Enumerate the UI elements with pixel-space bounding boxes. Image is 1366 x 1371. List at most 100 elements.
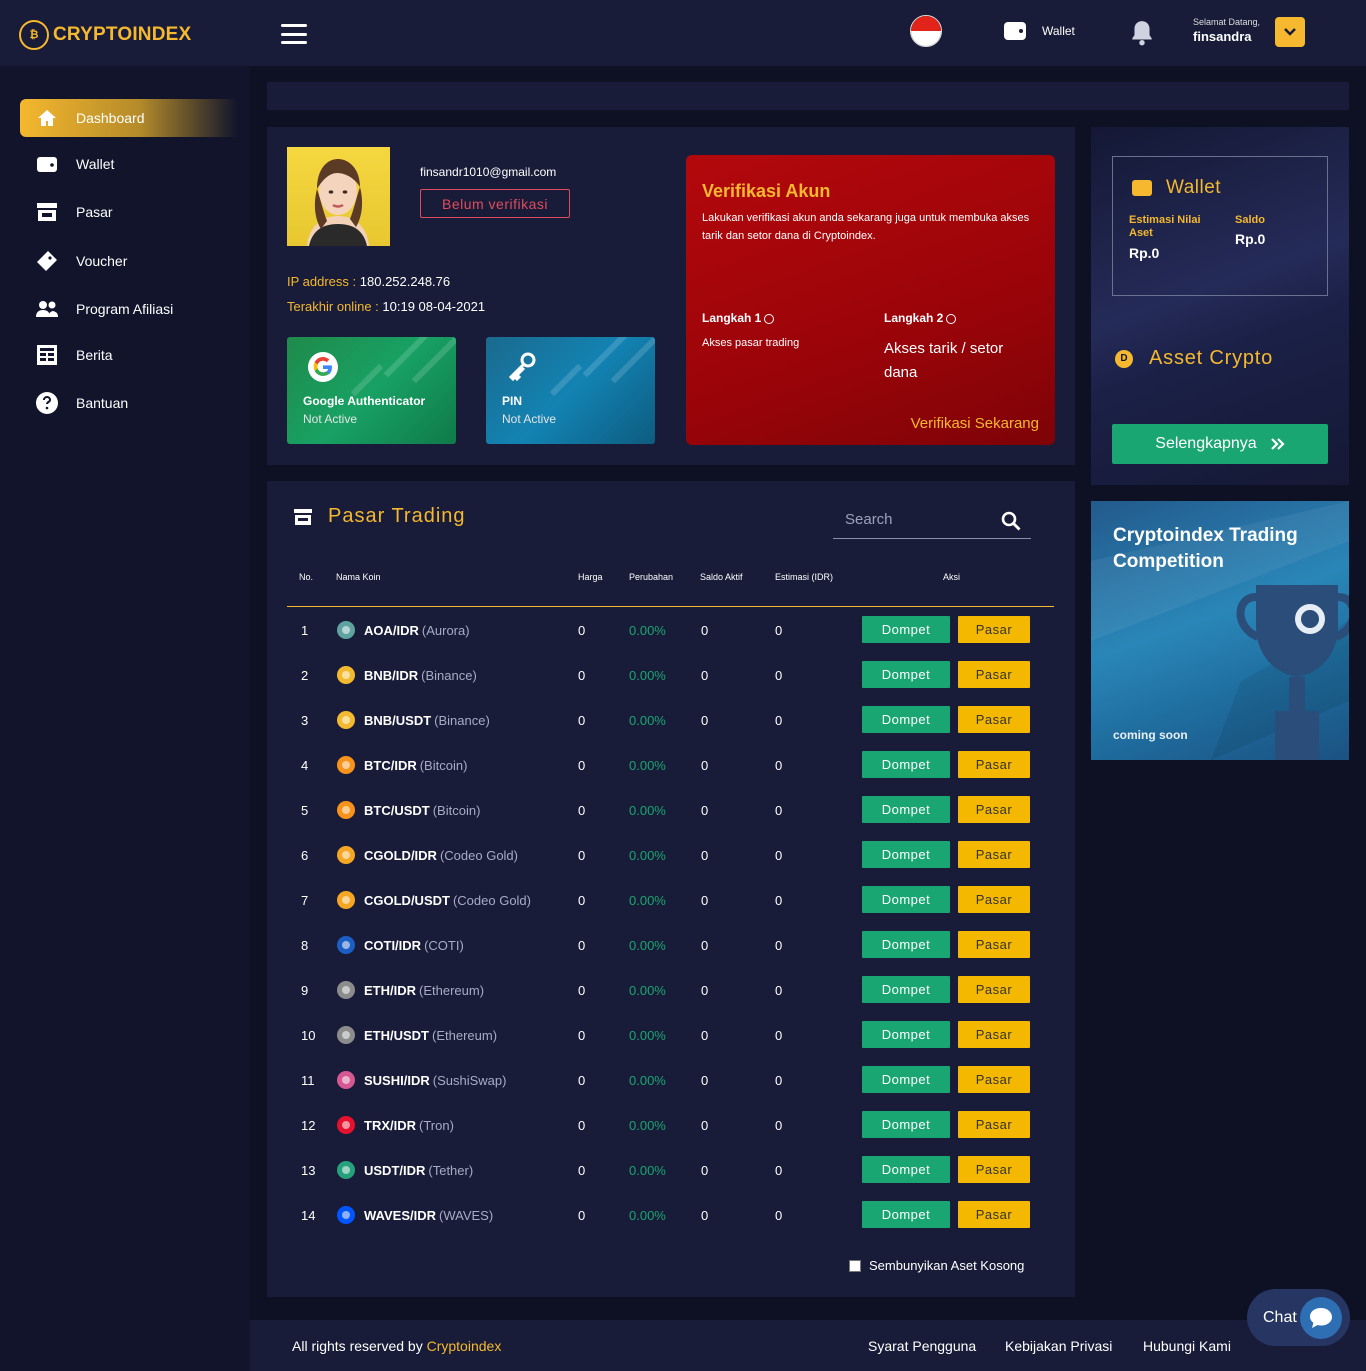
market-button[interactable]: Pasar [958, 886, 1030, 913]
balance-cell: 0 [701, 937, 709, 953]
coin-name[interactable]: AOA/IDR (Aurora) [364, 608, 470, 652]
wallet-button[interactable]: Dompet [862, 1156, 950, 1183]
google-auth-title: Google Authenticator [303, 394, 426, 408]
market-button[interactable]: Pasar [958, 976, 1030, 1003]
row-number: 5 [301, 802, 309, 818]
sidebar-item-bantuan[interactable]: Bantuan [20, 384, 238, 422]
market-button[interactable]: Pasar [958, 616, 1030, 643]
avatar [287, 147, 390, 246]
market-button[interactable]: Pasar [958, 1156, 1030, 1183]
language-flag-icon[interactable] [910, 15, 942, 47]
hide-empty-toggle[interactable]: Sembunyikan Aset Kosong [849, 1258, 1024, 1273]
username: finsandra [1193, 29, 1252, 44]
col-price: Harga [578, 572, 603, 582]
coin-pair: WAVES/IDR [364, 1207, 436, 1223]
coin-name[interactable]: ETH/IDR (Ethereum) [364, 968, 484, 1012]
price-cell: 0 [578, 622, 586, 638]
sidebar-item-program-afiliasi[interactable]: Program Afiliasi [20, 290, 238, 328]
market-button[interactable]: Pasar [958, 796, 1030, 823]
price-cell: 0 [578, 802, 586, 818]
market-button[interactable]: Pasar [958, 1066, 1030, 1093]
google-authenticator-tile[interactable]: Google Authenticator Not Active [287, 337, 456, 444]
coin-fullname: (Bitcoin) [419, 757, 468, 773]
coin-name[interactable]: BNB/IDR (Binance) [364, 653, 477, 697]
balance-cell: 0 [701, 1027, 709, 1043]
sidebar-item-label: Voucher [76, 253, 128, 269]
menu-toggle-icon[interactable] [281, 24, 307, 44]
market-button[interactable]: Pasar [958, 1111, 1030, 1138]
notification-bell-icon[interactable] [1129, 19, 1155, 47]
coin-name[interactable]: ETH/USDT (Ethereum) [364, 1013, 497, 1057]
price-cell: 0 [578, 892, 586, 908]
wallet-button[interactable]: Dompet [862, 706, 950, 733]
wallet-button[interactable]: Dompet [862, 841, 950, 868]
wallet-button[interactable]: Dompet [862, 751, 950, 778]
see-more-button[interactable]: Selengkapnya [1112, 424, 1328, 464]
market-button[interactable]: Pasar [958, 1021, 1030, 1048]
coin-name[interactable]: WAVES/IDR (WAVES) [364, 1193, 493, 1237]
table-row: 8 COTI/IDR (COTI) 0 0.00% 0 0 Dompet Pasar [287, 923, 1054, 967]
wallet-button[interactable]: Dompet [862, 1111, 950, 1138]
brand-logo[interactable]: ₿ CRYPTOINDEX [19, 19, 191, 51]
market-button[interactable]: Pasar [958, 706, 1030, 733]
user-menu-dropdown[interactable] [1275, 17, 1305, 47]
verify-now-link[interactable]: Verifikasi Sekarang [911, 415, 1039, 432]
step-1-circle-icon [764, 313, 775, 324]
coin-name[interactable]: TRX/IDR (Tron) [364, 1103, 454, 1147]
wallet-button[interactable]: Dompet [862, 931, 950, 958]
saldo-label: Saldo [1235, 214, 1265, 226]
wallet-button[interactable]: Dompet [862, 616, 950, 643]
market-button[interactable]: Pasar [958, 1201, 1030, 1228]
sidebar-item-pasar[interactable]: Pasar [20, 193, 238, 231]
balance-cell: 0 [701, 712, 709, 728]
coin-name[interactable]: USDT/IDR (Tether) [364, 1148, 473, 1192]
wallet-button[interactable]: Dompet [862, 976, 950, 1003]
coin-icon [336, 1193, 356, 1237]
footer-link-terms[interactable]: Syarat Pengguna [868, 1338, 976, 1354]
chat-widget-button[interactable]: Chat [1247, 1289, 1350, 1346]
search-icon[interactable] [1001, 511, 1021, 531]
coin-name[interactable]: BTC/USDT (Bitcoin) [364, 788, 480, 832]
verification-status-badge[interactable]: Belum verifikasi [420, 189, 570, 218]
sidebar-item-dashboard[interactable]: Dashboard [20, 99, 238, 137]
coin-name[interactable]: CGOLD/IDR (Codeo Gold) [364, 833, 518, 877]
coin-name[interactable]: COTI/IDR (COTI) [364, 923, 464, 967]
table-row: 14 WAVES/IDR (WAVES) 0 0.00% 0 0 Dompet Pasar [287, 1193, 1054, 1237]
search-input[interactable] [845, 511, 985, 528]
table-header-divider [287, 606, 1054, 607]
wallet-icon [34, 151, 60, 177]
market-button[interactable]: Pasar [958, 841, 1030, 868]
footer-link-contact[interactable]: Hubungi Kami [1143, 1338, 1231, 1354]
topbar-wallet-link[interactable]: Wallet [1004, 22, 1075, 40]
pin-tile[interactable]: PIN Not Active [486, 337, 655, 444]
trading-competition-banner[interactable]: Cryptoindex Trading Competition coming s… [1091, 501, 1349, 760]
row-number: 11 [301, 1072, 315, 1088]
hide-empty-checkbox[interactable] [849, 1259, 861, 1272]
wallet-button[interactable]: Dompet [862, 796, 950, 823]
wallet-button[interactable]: Dompet [862, 661, 950, 688]
row-number: 3 [301, 712, 309, 728]
user-email: finsandr1010@gmail.com [420, 165, 557, 179]
coin-pair: ETH/USDT [364, 1027, 429, 1043]
footer-brand-link[interactable]: Cryptoindex [427, 1338, 502, 1354]
estimate-cell: 0 [775, 1162, 783, 1178]
change-cell: 0.00% [629, 622, 666, 638]
wallet-button[interactable]: Dompet [862, 886, 950, 913]
coin-name[interactable]: CGOLD/USDT (Codeo Gold) [364, 878, 531, 922]
verification-card: Verifikasi Akun Lakukan verifikasi akun … [686, 155, 1055, 445]
wallet-button[interactable]: Dompet [862, 1021, 950, 1048]
ip-address: IP address : 180.252.248.76 [287, 274, 450, 289]
wallet-button[interactable]: Dompet [862, 1201, 950, 1228]
wallet-button[interactable]: Dompet [862, 1066, 950, 1093]
sidebar-item-berita[interactable]: Berita [20, 336, 238, 374]
market-button[interactable]: Pasar [958, 751, 1030, 778]
coin-name[interactable]: SUSHI/IDR (SushiSwap) [364, 1058, 506, 1102]
market-button[interactable]: Pasar [958, 931, 1030, 958]
sidebar-item-wallet[interactable]: Wallet [20, 145, 238, 183]
coin-name[interactable]: BTC/IDR (Bitcoin) [364, 743, 467, 787]
footer-link-privacy[interactable]: Kebijakan Privasi [1005, 1338, 1112, 1354]
coin-name[interactable]: BNB/USDT (Binance) [364, 698, 490, 742]
market-button[interactable]: Pasar [958, 661, 1030, 688]
coin-pair: COTI/IDR [364, 937, 422, 953]
sidebar-item-voucher[interactable]: Voucher [20, 242, 238, 280]
